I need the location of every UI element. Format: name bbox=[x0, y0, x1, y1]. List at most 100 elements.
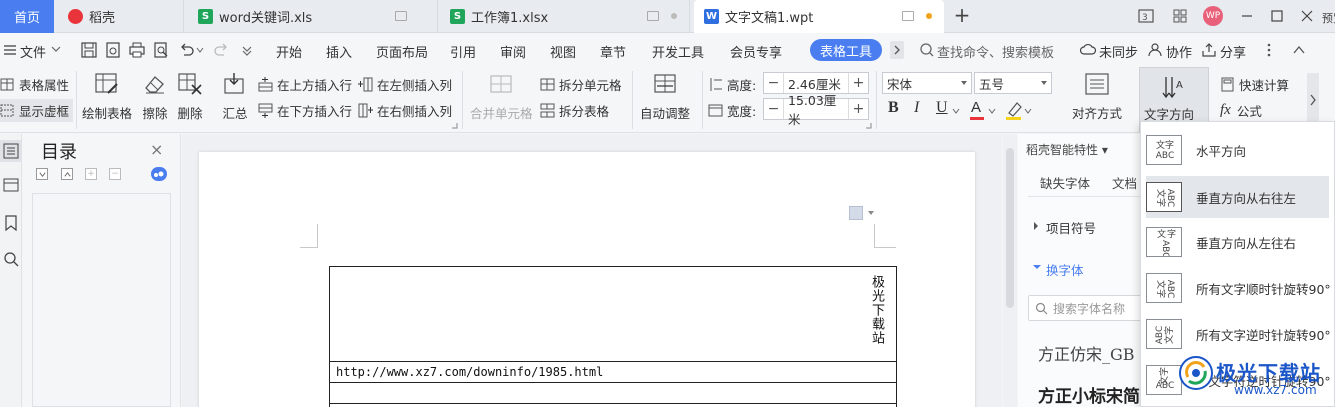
tab-daoke[interactable]: 稻壳 bbox=[58, 0, 184, 33]
smart-panel-title[interactable]: 稻壳智能特性 ▾ bbox=[1026, 141, 1108, 158]
maximize-icon[interactable] bbox=[1268, 7, 1286, 25]
tab-document1-wpt[interactable]: W 文字文稿1.wpt bbox=[694, 0, 944, 33]
column-width-stepper[interactable]: − 15.03厘米 + bbox=[763, 93, 869, 127]
document-table[interactable]: 极光下载站 http://www.xz7.com/downinfo/1985.h… bbox=[329, 266, 897, 407]
chevron-down-icon[interactable] bbox=[1032, 263, 1042, 271]
collapse-ribbon-icon[interactable] bbox=[1290, 41, 1308, 59]
formula-button[interactable]: fx 公式 bbox=[1220, 101, 1262, 120]
table-properties-button[interactable]: 表格属性 bbox=[0, 75, 69, 94]
scrollbar-thumb[interactable] bbox=[1006, 148, 1014, 308]
insert-row-above-button[interactable]: 在上方插入行 bbox=[258, 75, 352, 94]
menu-page-layout[interactable]: 页面布局 bbox=[376, 42, 428, 61]
split-table-button[interactable]: 拆分表格 bbox=[540, 101, 609, 120]
quick-calc-button[interactable]: 快速计算 bbox=[1220, 75, 1289, 94]
sync-status-button[interactable]: 未同步 bbox=[1099, 42, 1138, 61]
save-icon[interactable] bbox=[80, 41, 98, 59]
user-avatar[interactable]: WP bbox=[1203, 6, 1223, 26]
auto-fit-button[interactable]: 自动调整 bbox=[640, 71, 690, 122]
document-page[interactable]: 极光下载站 http://www.xz7.com/downinfo/1985.h… bbox=[199, 152, 975, 407]
font-color-button[interactable]: A bbox=[968, 99, 988, 121]
delete-dropdown-button[interactable]: 删除 bbox=[177, 71, 203, 122]
toc-close-button[interactable]: × bbox=[150, 140, 163, 159]
url-text[interactable]: http://www.xz7.com/downinfo/1985.html bbox=[330, 365, 603, 379]
bookmark-icon[interactable] bbox=[2, 214, 20, 232]
toc-add-level-button[interactable]: + bbox=[85, 168, 97, 180]
menu-review[interactable]: 审阅 bbox=[500, 42, 526, 61]
column-width-value[interactable]: 15.03厘米 bbox=[784, 90, 848, 128]
toc-collapse-all-button[interactable] bbox=[36, 168, 48, 180]
tab-word-keywords-xls[interactable]: S word关键词.xls bbox=[188, 0, 438, 33]
close-window-icon[interactable] bbox=[1298, 7, 1316, 25]
table-cell-header[interactable]: 极光下载站 bbox=[329, 266, 897, 362]
print-preview-icon[interactable] bbox=[152, 41, 170, 59]
font-name-select[interactable]: 宋体 bbox=[882, 72, 972, 94]
erase-button[interactable]: 擦除 bbox=[142, 71, 168, 122]
chevron-right-icon[interactable] bbox=[1032, 221, 1040, 231]
font-size-select[interactable]: 五号 bbox=[974, 72, 1052, 94]
minimize-icon[interactable] bbox=[1238, 7, 1256, 25]
tab-missing-fonts[interactable]: 缺失字体 bbox=[1040, 173, 1090, 192]
apps-grid-icon[interactable] bbox=[1171, 7, 1189, 25]
menu-developer[interactable]: 开发工具 bbox=[652, 42, 704, 61]
tab-workbook1-xlsx[interactable]: S 工作簿1.xlsx bbox=[440, 0, 690, 33]
menu-start[interactable]: 开始 bbox=[276, 42, 302, 61]
dialog-launcher-icon[interactable] bbox=[452, 123, 458, 129]
summary-button[interactable]: 汇总 bbox=[222, 71, 248, 122]
insert-column-left-button[interactable]: 在左侧插入列 bbox=[358, 75, 452, 94]
highlight-dropdown-icon[interactable] bbox=[1024, 107, 1032, 115]
menu-file[interactable]: 文件 bbox=[20, 42, 46, 61]
insert-row-below-button[interactable]: 在下方插入行 bbox=[258, 101, 352, 120]
more-quick-access-icon[interactable] bbox=[238, 41, 256, 59]
menu-references[interactable]: 引用 bbox=[450, 42, 476, 61]
chapter-nav-icon[interactable] bbox=[2, 176, 20, 194]
menu-table-tools[interactable]: 表格工具 bbox=[810, 39, 882, 61]
italic-button[interactable]: I bbox=[914, 99, 919, 117]
table-row-empty[interactable] bbox=[329, 382, 897, 404]
font-color-dropdown-icon[interactable] bbox=[988, 107, 996, 115]
text-direction-option-rotate-cw[interactable]: ABC 文字 所有文字顺时针旋转90° bbox=[1146, 267, 1331, 309]
menu-view[interactable]: 视图 bbox=[550, 42, 576, 61]
underline-options-icon[interactable] bbox=[952, 107, 960, 115]
split-cells-button[interactable]: 拆分单元格 bbox=[540, 75, 622, 94]
show-grid-button[interactable]: 显示虚框 bbox=[0, 99, 74, 122]
merge-cells-button[interactable]: 合并单元格 bbox=[470, 71, 533, 122]
draw-table-button[interactable]: 绘制表格 bbox=[82, 71, 132, 122]
font-option-fangsong[interactable]: 方正仿宋_GB bbox=[1038, 341, 1135, 365]
share-button[interactable]: 分享 bbox=[1220, 42, 1246, 61]
multi-window-icon[interactable]: 3 bbox=[1137, 7, 1155, 25]
find-icon[interactable] bbox=[2, 250, 20, 268]
insert-column-right-button[interactable]: 在右侧插入列 bbox=[358, 101, 452, 120]
underline-button[interactable]: U bbox=[936, 99, 948, 117]
new-tab-button[interactable]: + bbox=[952, 5, 972, 25]
align-dropdown-button[interactable]: 对齐方式 bbox=[1072, 71, 1122, 122]
chevron-down-icon[interactable] bbox=[867, 210, 875, 216]
bold-button[interactable]: B bbox=[888, 99, 899, 117]
more-options-icon[interactable] bbox=[1260, 41, 1278, 59]
collaborate-button[interactable]: 协作 bbox=[1166, 42, 1192, 61]
table-cell-url[interactable]: http://www.xz7.com/downinfo/1985.html bbox=[329, 361, 897, 383]
increase-width-button[interactable]: + bbox=[848, 99, 868, 119]
font-option-xiaobiaosong[interactable]: 方正小标宋简 bbox=[1038, 382, 1140, 407]
text-direction-option-horizontal[interactable]: 文字 ABC 水平方向 bbox=[1146, 129, 1329, 171]
redo-icon[interactable] bbox=[212, 41, 230, 59]
table-move-handle-icon[interactable] bbox=[849, 206, 863, 220]
undo-dropdown-icon[interactable] bbox=[196, 46, 204, 54]
undo-icon[interactable] bbox=[178, 41, 196, 59]
decrease-height-button[interactable]: − bbox=[764, 73, 784, 93]
command-search-input[interactable]: 查找命令、搜索模板 bbox=[937, 42, 1054, 61]
ribbon-scroll-right-button[interactable] bbox=[1307, 73, 1319, 127]
toc-nav-button[interactable] bbox=[0, 140, 22, 162]
menu-section[interactable]: 章节 bbox=[600, 42, 626, 61]
toc-expand-all-button[interactable] bbox=[61, 168, 73, 180]
vertical-header-text[interactable]: 极光下载站 bbox=[867, 275, 886, 345]
toc-smart-button[interactable] bbox=[151, 167, 167, 181]
toc-remove-level-button[interactable]: − bbox=[109, 168, 121, 180]
menu-scroll-right-button[interactable] bbox=[890, 41, 904, 59]
text-direction-option-vertical-ltr[interactable]: 文字 ABC 垂直方向从左往右 bbox=[1146, 221, 1329, 263]
menu-insert[interactable]: 插入 bbox=[326, 42, 352, 61]
change-font-section[interactable]: 换字体 bbox=[1046, 260, 1084, 279]
font-search-input[interactable]: 搜索字体名称 bbox=[1028, 295, 1148, 321]
decrease-width-button[interactable]: − bbox=[764, 99, 784, 119]
tab-home[interactable]: 首页 bbox=[0, 0, 54, 33]
highlight-icon[interactable] bbox=[1003, 99, 1025, 121]
